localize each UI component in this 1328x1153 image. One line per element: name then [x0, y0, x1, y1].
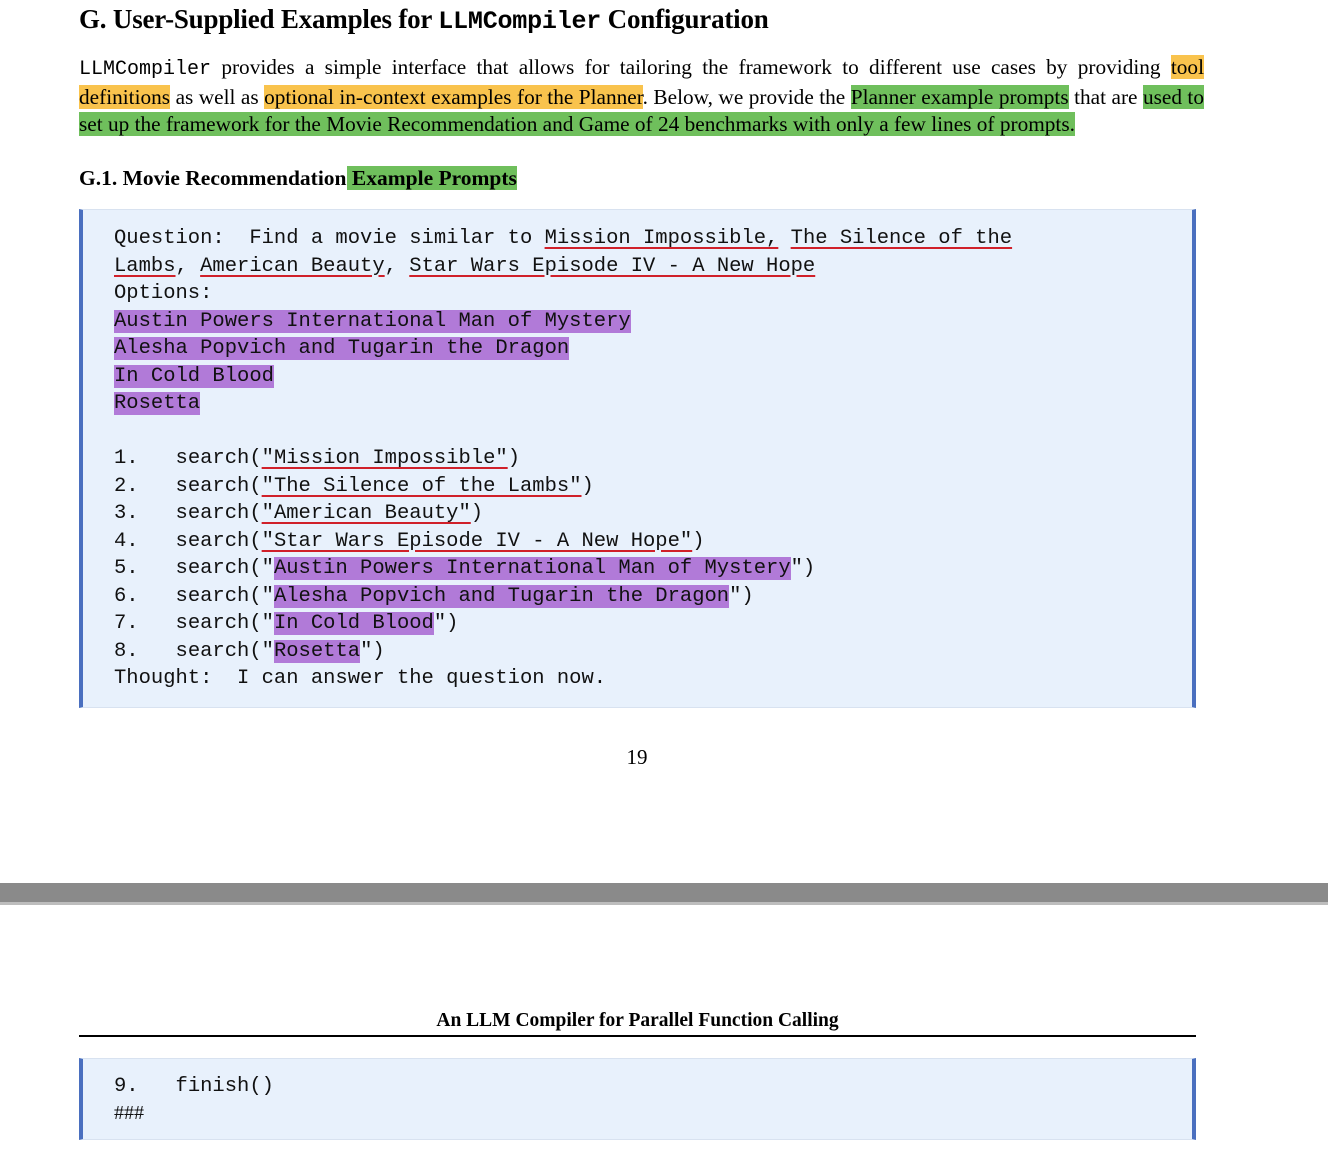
- step-arg: Alesha Popvich and Tugarin the Dragon: [273, 584, 730, 608]
- step-number: 3.: [114, 502, 139, 525]
- question-movie: Mission Impossible,: [544, 227, 779, 250]
- intro-text-2: as well as: [170, 84, 265, 109]
- option-item: Austin Powers International Man of Myste…: [114, 309, 631, 333]
- step-arg: "Star Wars Episode IV - A New Hope": [261, 529, 693, 553]
- question-movie: The Silence of the: [790, 227, 1013, 250]
- question-movie: American Beauty: [200, 254, 385, 278]
- running-header: An LLM Compiler for Parallel Function Ca…: [436, 1010, 839, 1031]
- prompt-code-block: Question: Find a movie similar to Missio…: [79, 209, 1196, 708]
- highlight-planner-prompts: Planner example prompts: [850, 84, 1069, 109]
- intro-paragraph: LLMCompiler provides a simple interface …: [79, 54, 1204, 139]
- intro-text-3: . Below, we provide the: [642, 84, 851, 109]
- question-label: Question: Find a movie similar to: [114, 227, 545, 250]
- question-movie: Lambs: [114, 254, 176, 278]
- section-title-suffix: Configuration: [601, 4, 769, 34]
- prompt-code: Question: Find a movie similar to Missio…: [114, 227, 1013, 690]
- header-rule: [79, 1035, 1196, 1037]
- option-item: Rosetta: [114, 392, 201, 415]
- subsection-title: G.1. Movie Recommendation Example Prompt…: [79, 166, 517, 191]
- step-fn: finish(): [175, 1075, 274, 1098]
- section-title: G. User-Supplied Examples for LLMCompile…: [79, 4, 769, 36]
- step-arg: Austin Powers International Man of Myste…: [273, 557, 791, 580]
- step-fn: search: [175, 557, 250, 580]
- option-item: In Cold Blood: [114, 364, 274, 388]
- step-fn: search: [175, 474, 250, 498]
- page-number: 19: [626, 745, 648, 769]
- thought-line: Thought: I can answer the question now.: [114, 667, 607, 690]
- intro-text-4: that are: [1068, 84, 1143, 109]
- continued-code: 9. finish() ###: [114, 1073, 274, 1128]
- section-title-code: LLMCompiler: [438, 7, 602, 36]
- step-fn: search: [175, 529, 250, 553]
- step-number: 9.: [114, 1075, 139, 1098]
- step-arg: "American Beauty": [261, 502, 471, 525]
- question-movie: Star Wars Episode IV - A New Hope: [409, 254, 816, 278]
- intro-text-1: provides a simple interface that allows …: [211, 55, 1171, 79]
- step-fn: search: [175, 447, 250, 470]
- step-number: 6.: [114, 584, 139, 608]
- step-number: 7.: [114, 612, 139, 635]
- option-item: Alesha Popvich and Tugarin the Dragon: [114, 337, 570, 360]
- step-fn: search: [175, 612, 250, 635]
- step-fn: search: [175, 502, 250, 525]
- step-number: 5.: [114, 557, 139, 580]
- page-separator: [0, 883, 1328, 905]
- step-fn: search: [175, 639, 250, 663]
- step-arg: Rosetta: [273, 639, 361, 663]
- highlight-in-context-examples: optional in-context examples for the Pla…: [264, 84, 643, 109]
- step-arg: "The Silence of the Lambs": [261, 474, 582, 498]
- section-title-prefix: G. User-Supplied Examples for: [79, 4, 439, 34]
- step-number: 2.: [114, 474, 139, 498]
- end-marker: ###: [114, 1102, 144, 1124]
- subsection-title-highlight: Example Prompts: [346, 166, 517, 190]
- subsection-title-text: G.1. Movie Recommendation: [79, 166, 347, 190]
- continued-code-block: 9. finish() ###: [79, 1058, 1196, 1140]
- step-fn: search: [175, 584, 250, 608]
- step-arg: In Cold Blood: [273, 612, 434, 635]
- intro-code: LLMCompiler: [79, 58, 212, 81]
- step-number: 8.: [114, 639, 139, 663]
- step-number: 1.: [114, 447, 139, 470]
- step-number: 4.: [114, 529, 139, 553]
- step-arg: "Mission Impossible": [261, 447, 508, 470]
- options-label: Options:: [114, 282, 213, 305]
